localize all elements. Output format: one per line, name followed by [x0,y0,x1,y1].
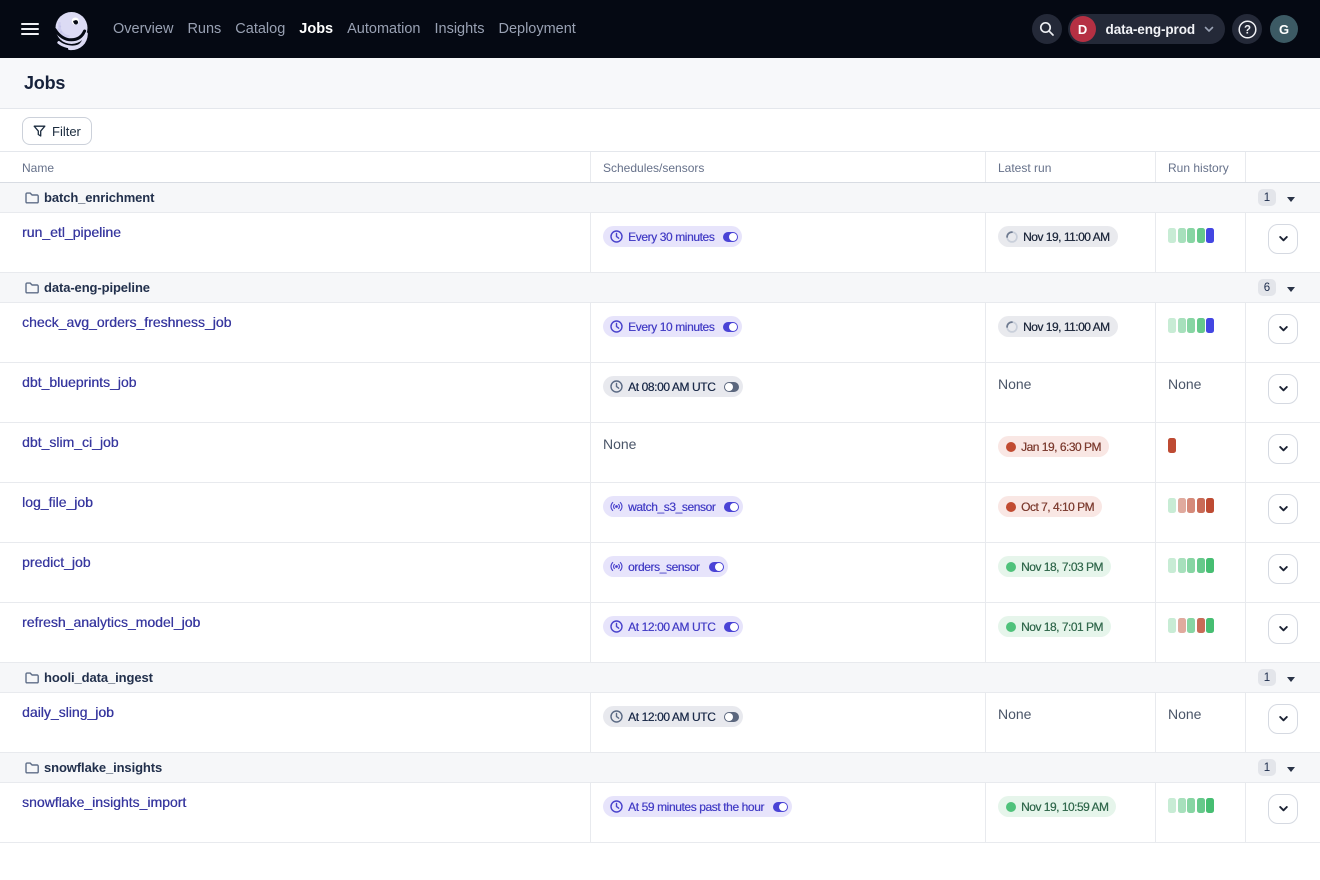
svg-text:?: ? [1243,24,1250,36]
